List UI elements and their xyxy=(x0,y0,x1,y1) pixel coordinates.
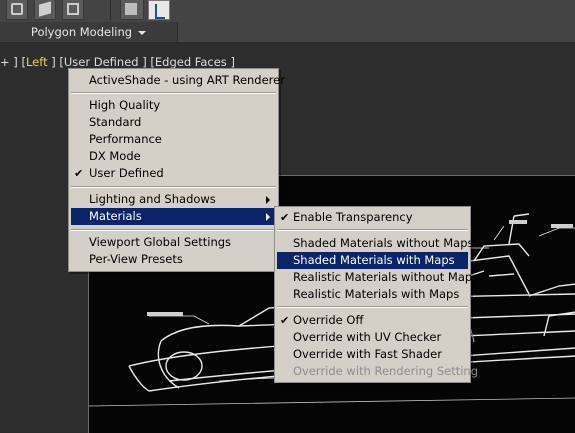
submenu-item-override-rendering-setting: Override with Rendering Setting xyxy=(293,364,479,378)
cube-icon[interactable] xyxy=(34,0,56,20)
menu-item-activeshade[interactable]: ActiveShade - using ART Renderer xyxy=(71,72,285,89)
main-toolbar: Polygon Modeling xyxy=(0,0,575,43)
submenu-item-realistic-with-maps[interactable]: Realistic Materials with Maps xyxy=(277,286,468,303)
submenu-item-realistic-without-maps[interactable]: Realistic Materials without Maps xyxy=(277,269,478,286)
viewport-pov-label[interactable]: Left xyxy=(26,55,48,69)
menu-item-materials[interactable]: Materials xyxy=(71,208,276,225)
toolbar-separator xyxy=(110,0,111,20)
viewport-plus-menu[interactable]: + xyxy=(0,55,10,69)
menu-item-lighting-shadows[interactable]: Lighting and Shadows xyxy=(71,191,276,208)
toolbar-pin-icon[interactable] xyxy=(148,0,170,20)
menu-separator xyxy=(71,229,276,231)
menu-separator xyxy=(71,92,276,94)
viewport-display-label[interactable]: Edged Faces xyxy=(155,55,227,69)
menu-item-standard[interactable]: Standard xyxy=(71,114,276,131)
submenu-item-shaded-without-maps[interactable]: Shaded Materials without Maps xyxy=(277,235,473,252)
menu-item-viewport-global-settings[interactable]: Viewport Global Settings xyxy=(71,234,276,251)
submenu-item-override-uv-checker[interactable]: Override with UV Checker xyxy=(277,329,468,346)
checkmark-icon: ✔ xyxy=(280,314,290,327)
checkmark-icon: ✔ xyxy=(74,167,84,180)
materials-submenu: ✔ Enable Transparency Shaded Materials wi… xyxy=(274,206,479,383)
viewport-label[interactable]: + ] [Left ] [User Defined ] [Edged Faces… xyxy=(0,55,235,69)
checkmark-icon: ✔ xyxy=(280,211,290,224)
ribbon-tab-label: Polygon Modeling xyxy=(30,25,133,39)
menu-separator xyxy=(71,186,276,188)
component-icon[interactable] xyxy=(62,0,84,20)
submenu-item-override-fast-shader[interactable]: Override with Fast Shader xyxy=(277,346,468,363)
viewport-shading-menu: ActiveShade - using ART Renderer High Qu… xyxy=(68,68,285,272)
submenu-item-override-off[interactable]: ✔ Override Off xyxy=(277,312,468,329)
menu-item-performance[interactable]: Performance xyxy=(71,131,276,148)
menu-separator xyxy=(277,229,468,231)
shape-icon[interactable] xyxy=(6,0,28,20)
menu-item-user-defined[interactable]: ✔ User Defined xyxy=(71,165,276,182)
submenu-arrow-icon xyxy=(266,213,270,221)
menu-item-high-quality[interactable]: High Quality xyxy=(71,97,276,114)
viewport-shading-label[interactable]: User Defined xyxy=(64,55,139,69)
submenu-item-shaded-with-maps[interactable]: Shaded Materials with Maps xyxy=(277,252,468,269)
ribbon-tab-polygon-modeling[interactable]: Polygon Modeling xyxy=(0,22,178,42)
paint-icon[interactable] xyxy=(120,0,144,20)
submenu-item-enable-transparency[interactable]: ✔ Enable Transparency xyxy=(277,209,468,226)
menu-separator xyxy=(277,306,468,308)
submenu-arrow-icon xyxy=(266,196,270,204)
menu-item-per-view-presets[interactable]: Per-View Presets xyxy=(71,251,276,268)
chevron-down-icon xyxy=(138,30,147,35)
menu-item-dx-mode[interactable]: DX Mode xyxy=(71,148,276,165)
